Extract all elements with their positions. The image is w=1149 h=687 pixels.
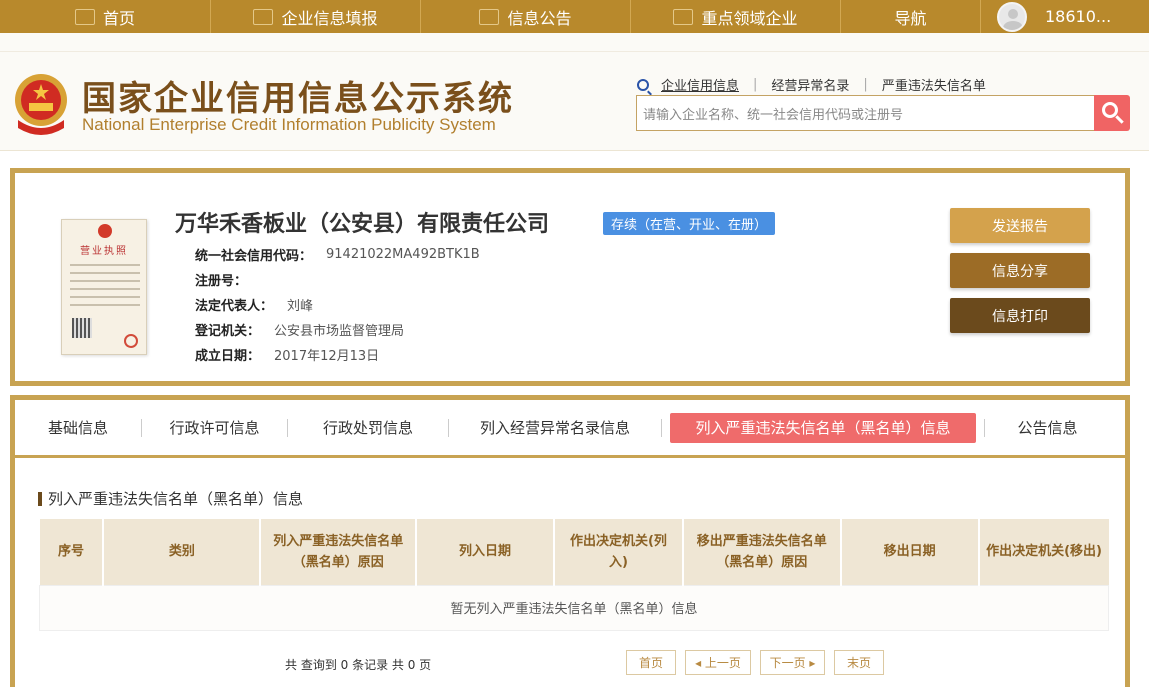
table-row: 暂无列入严重违法失信名单（黑名单）信息 (39, 584, 1109, 631)
nav-user[interactable]: 18610... (981, 0, 1149, 33)
nav-navigation-label: 导航 (894, 8, 927, 28)
monitor-icon (74, 8, 95, 25)
national-emblem-icon (15, 74, 67, 135)
magnifier-icon (1102, 102, 1118, 118)
tab-abnormal-list[interactable]: 列入经营异常名录信息 (449, 413, 661, 443)
info-panel: 基础信息 行政许可信息 行政处罚信息 列入经营异常名录信息 列入严重违法失信名单… (10, 395, 1130, 687)
search-icon (637, 78, 649, 91)
document-icon (479, 8, 500, 25)
edit-icon (253, 8, 274, 25)
section-title: 列入严重违法失信名单（黑名单）信息 (38, 488, 303, 509)
nav-home[interactable]: 首页 (0, 0, 211, 33)
tab-admin-license[interactable]: 行政许可信息 (142, 413, 287, 443)
search-button[interactable] (1094, 95, 1130, 131)
col-list-date: 列入日期 (416, 519, 555, 585)
license-title: 营业执照 (80, 246, 128, 257)
site-header: 国家企业信用信息公示系统 National Enterprise Credit … (0, 33, 1149, 151)
col-category: 类别 (103, 519, 262, 585)
speaker-icon (673, 8, 694, 25)
site-title-cn: 国家企业信用信息公示系统 (82, 79, 514, 119)
share-info-button[interactable]: 信息分享 (950, 253, 1090, 288)
tab-blacklist[interactable]: 列入严重违法失信名单（黑名单）信息 (670, 412, 976, 443)
qr-code-icon (72, 318, 92, 338)
info-row-legal-rep: 法定代表人： 刘峰 (195, 299, 314, 314)
company-name: 万华禾香板业（公安县）有限责任公司 (175, 212, 550, 237)
col-remove-date: 移出日期 (840, 519, 980, 585)
tab-admin-penalty[interactable]: 行政处罚信息 (288, 413, 448, 443)
tab-announcements[interactable]: 公告信息 (985, 413, 1110, 443)
last-page-button[interactable]: 末页 (834, 650, 884, 675)
col-list-reason: 列入严重违法失信名单（黑名单）原因 (260, 519, 418, 585)
info-row-reg-no: 注册号： (195, 274, 248, 289)
info-row-authority: 登记机关： 公安县市场监督管理局 (195, 324, 405, 339)
col-remove-authority: 作出决定机关(移出) (978, 519, 1109, 585)
emblem-icon (98, 224, 112, 238)
nav-navigation[interactable]: 导航 (841, 0, 981, 33)
nav-enterprise-report[interactable]: 企业信息填报 (211, 0, 421, 33)
nav-key-sectors-label: 重点领域企业 (701, 8, 798, 28)
top-nav: 首页 企业信息填报 信息公告 重点领域企业 导航 18610... (0, 0, 1149, 33)
site-title-en: National Enterprise Credit Information P… (82, 115, 496, 134)
nav-announcements[interactable]: 信息公告 (421, 0, 631, 33)
table-header-row: 序号 类别 列入严重违法失信名单（黑名单）原因 列入日期 作出决定机关(列入) … (39, 519, 1109, 585)
search-link-abnormal[interactable]: 经营异常名录 (771, 75, 849, 94)
search-type-links: 企业信用信息 | 经营异常名录 | 严重违法失信名单 (637, 75, 986, 94)
col-remove-reason: 移出严重违法失信名单（黑名单）原因 (682, 519, 842, 585)
next-page-button[interactable]: 下一页 ▸ (760, 650, 825, 675)
nav-home-label: 首页 (102, 8, 135, 28)
col-list-authority: 作出决定机关(列入) (553, 519, 684, 585)
nav-announcements-label: 信息公告 (507, 8, 572, 28)
info-row-credit-code: 统一社会信用代码： 91421022MA492BTK1B (195, 247, 480, 264)
tab-basic-info[interactable]: 基础信息 (15, 413, 141, 443)
search-input[interactable]: 请输入企业名称、统一社会信用代码或注册号 (636, 95, 1096, 131)
blacklist-table: 序号 类别 列入严重违法失信名单（黑名单）原因 列入日期 作出决定机关(列入) … (39, 519, 1109, 631)
company-card: 营业执照 万华禾香板业（公安县）有限责任公司 存续（在营、开业、在册） 统一社会… (10, 168, 1130, 386)
send-report-button[interactable]: 发送报告 (950, 208, 1090, 243)
search-link-blacklist[interactable]: 严重违法失信名单 (882, 75, 986, 94)
col-index: 序号 (39, 519, 105, 585)
info-row-founded: 成立日期： 2017年12月13日 (195, 349, 380, 364)
avatar (997, 1, 1027, 32)
nav-enterprise-report-label: 企业信息填报 (281, 8, 378, 28)
status-badge: 存续（在营、开业、在册） (603, 212, 776, 235)
prev-page-button[interactable]: ◂ 上一页 (685, 650, 751, 675)
seal-icon (124, 334, 138, 348)
nav-key-sectors[interactable]: 重点领域企业 (631, 0, 841, 33)
search-link-credit[interactable]: 企业信用信息 (661, 75, 739, 94)
print-info-button[interactable]: 信息打印 (950, 298, 1090, 333)
info-tabs: 基础信息 行政许可信息 行政处罚信息 列入经营异常名录信息 列入严重违法失信名单… (15, 400, 1125, 458)
first-page-button[interactable]: 首页 (626, 650, 676, 675)
empty-message: 暂无列入严重违法失信名单（黑名单）信息 (39, 584, 1109, 631)
record-count: 共 查询到 0 条记录 共 0 页 (285, 658, 432, 672)
user-phone: 18610... (1045, 7, 1112, 26)
company-info: 统一社会信用代码： 91421022MA492BTK1B 注册号： 法定代表人：… (195, 242, 480, 367)
business-license-image[interactable]: 营业执照 (61, 219, 147, 355)
